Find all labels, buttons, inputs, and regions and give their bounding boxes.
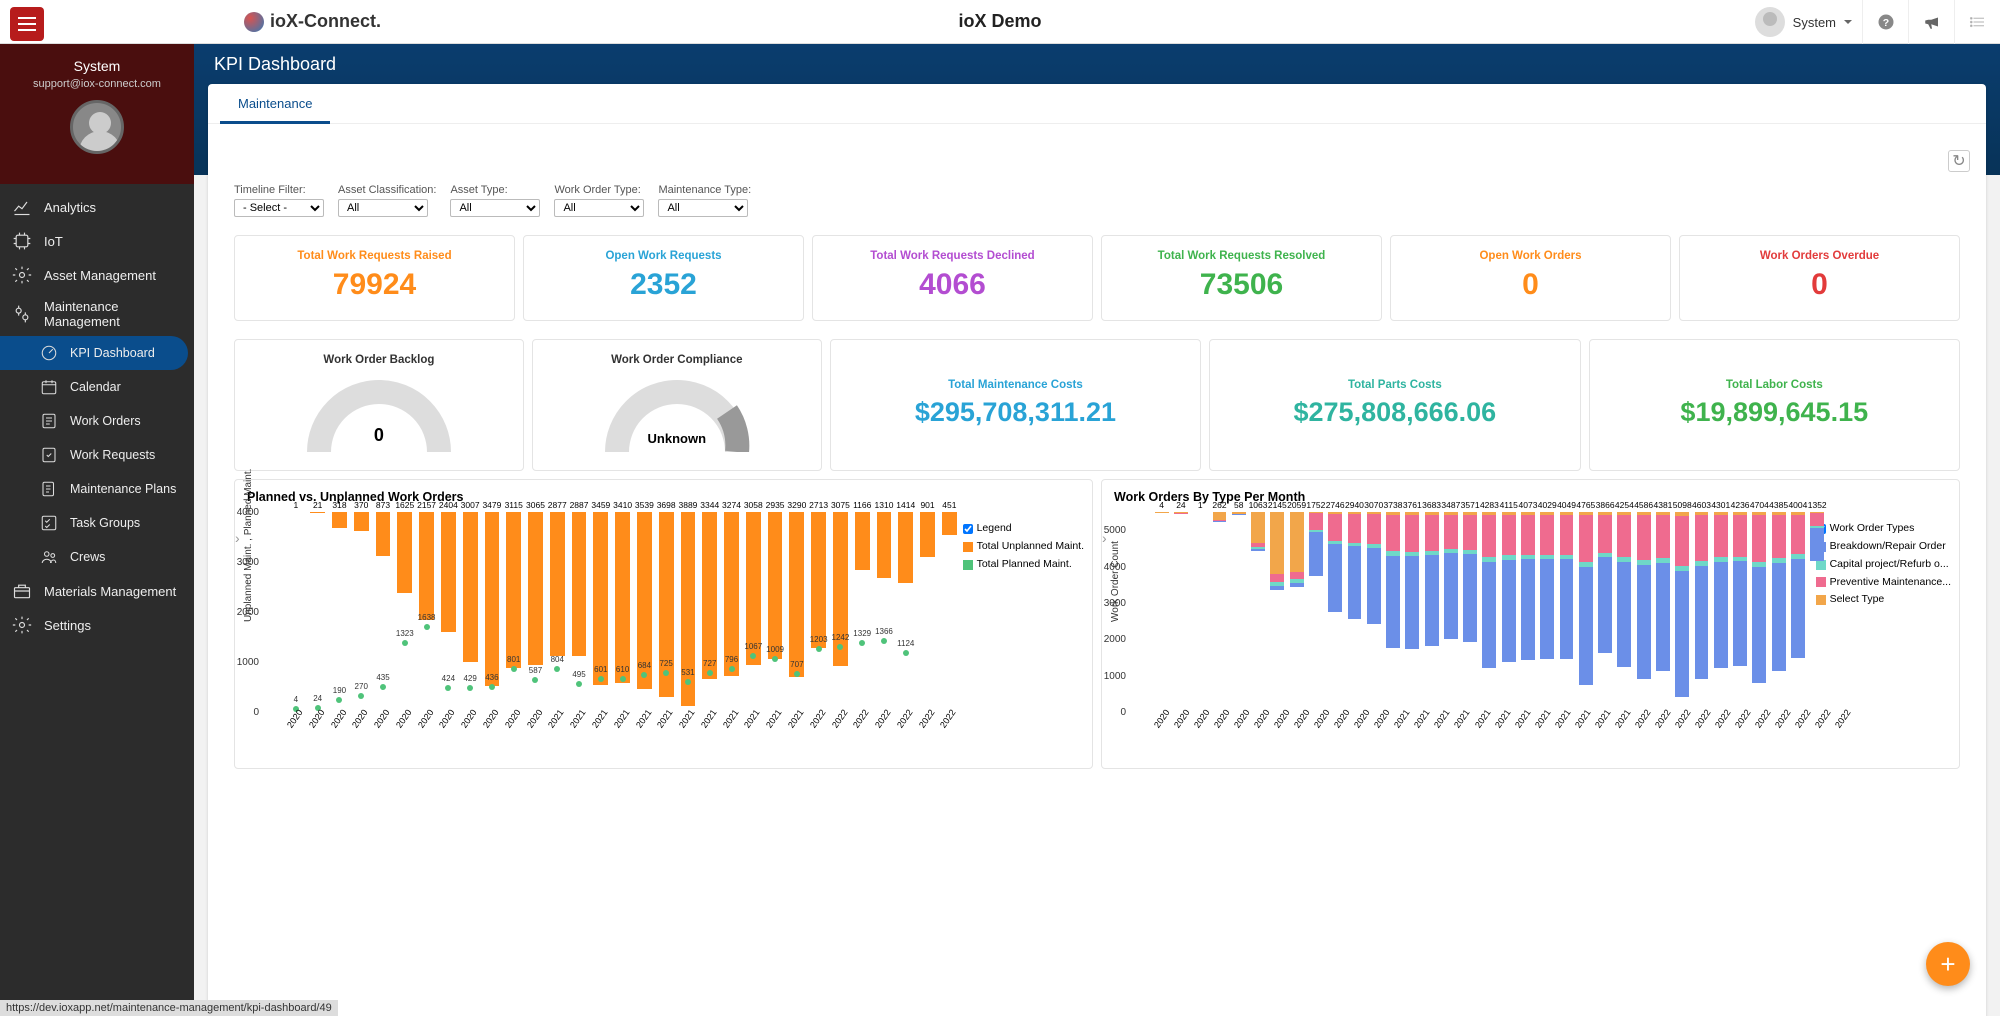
help-button[interactable]: ? [1862,0,1908,44]
chevron-down-icon [1844,20,1852,28]
sidebar-item-task-groups[interactable]: Task Groups [0,506,194,540]
sidebar-item-settings[interactable]: Settings [0,608,194,642]
filters: Timeline Filter:- Select - Asset Classif… [208,124,1986,217]
kpi-backlog: Work Order Backlog 0 [234,339,524,471]
sidebar-item-materials-management[interactable]: Materials Management [0,574,194,608]
timeline-select[interactable]: - Select - [234,199,324,217]
tasks-icon [40,513,58,533]
filter-wo-type: Work Order Type:All [554,184,644,217]
kpi-card: Work Orders Overdue0 [1679,235,1960,321]
list-button[interactable] [1954,0,2000,44]
wo-icon [40,411,58,431]
sidebar-nav: AnalyticsIoTAsset ManagementMaintenance … [0,184,194,642]
iot-icon [12,231,32,251]
kpi-row-2: Work Order Backlog 0 Work Order Complian… [208,321,1986,471]
kpi-icon [40,343,58,363]
kpi-cost: Total Maintenance Costs$295,708,311.21 [830,339,1201,471]
sidebar-item-work-orders[interactable]: Work Orders [0,404,194,438]
hamburger-button[interactable] [10,7,44,41]
content-card: Maintenance ↻ Timeline Filter:- Select -… [208,84,1986,1016]
kpi-cost: Total Parts Costs$275,808,666.06 [1209,339,1580,471]
sidebar-item-kpi-dashboard[interactable]: KPI Dashboard [0,336,188,370]
sidebar-profile: System support@iox-connect.com [0,44,194,184]
compliance-gauge: Unknown [541,372,813,452]
sidebar-item-analytics[interactable]: Analytics [0,190,194,224]
status-url: https://dev.ioxapp.net/maintenance-manag… [0,1000,338,1016]
kpi-cost: Total Labor Costs$19,899,645.15 [1589,339,1960,471]
brand: ioX-Connect. [244,11,381,32]
kpi-row-top: Total Work Requests Raised79924Open Work… [208,217,1986,321]
chart2-body: Work Order Count 010002000300040005000 4… [1114,512,1947,762]
asset-icon [12,265,32,285]
refresh-button[interactable]: ↻ [1948,150,1970,172]
sidebar-item-calendar[interactable]: Calendar [0,370,194,404]
chart-planned-unplanned: Planned vs. Unplanned Work Orders › Lege… [234,479,1093,769]
maint-type-select[interactable]: All [658,199,748,217]
sidebar-item-crews[interactable]: Crews [0,540,194,574]
cal-icon [40,377,58,397]
chart-wo-by-type: Work Orders By Type Per Month › Work Ord… [1101,479,1960,769]
brand-logo-icon [244,12,264,32]
sidebar-item-maintenance-management[interactable]: Maintenance Management [0,292,194,336]
asset-type-select[interactable]: All [450,199,540,217]
chart1-body: Unplanned Maint. , Planned Maint. 010002… [247,512,1080,762]
crews-icon [40,547,58,567]
kpi-card: Total Work Requests Declined4066 [812,235,1093,321]
kpi-card: Total Work Requests Raised79924 [234,235,515,321]
analytics-icon [12,197,32,217]
header-right: System ? [1755,0,2000,44]
sidebar-avatar-icon[interactable] [70,100,124,154]
backlog-gauge: 0 [243,372,515,452]
sidebar-item-work-requests[interactable]: Work Requests [0,438,194,472]
wr-icon [40,445,58,465]
chart1-next-icon[interactable]: › [235,530,240,546]
app-title: ioX Demo [958,11,1041,32]
asset-class-select[interactable]: All [338,199,428,217]
materials-icon [12,581,32,601]
filter-asset-class: Asset Classification:All [338,184,436,217]
kpi-card: Total Work Requests Resolved73506 [1101,235,1382,321]
tab-maintenance[interactable]: Maintenance [220,84,330,124]
maint-icon [12,304,32,324]
svg-text:?: ? [1882,17,1888,29]
user-dropdown[interactable]: System [1793,15,1852,30]
fab-add-button[interactable]: + [1926,942,1970,986]
sidebar-item-asset-management[interactable]: Asset Management [0,258,194,292]
sidebar-username: System [0,58,194,74]
filter-asset-type: Asset Type:All [450,184,540,217]
page-title: KPI Dashboard [214,54,1980,75]
settings-icon [12,615,32,635]
top-header: ioX-Connect. ioX Demo System ? [0,0,2000,44]
main: KPI Dashboard Maintenance ↻ Timeline Fil… [194,44,2000,1016]
brand-text: ioX-Connect. [270,11,381,32]
sidebar-email: support@iox-connect.com [0,78,194,90]
filter-maint-type: Maintenance Type:All [658,184,751,217]
user-avatar-icon[interactable] [1755,7,1785,37]
sidebar-item-maintenance-plans[interactable]: Maintenance Plans [0,472,194,506]
kpi-card: Open Work Orders0 [1390,235,1671,321]
sidebar: System support@iox-connect.com Analytics… [0,44,194,1016]
filter-timeline: Timeline Filter:- Select - [234,184,324,217]
sidebar-item-iot[interactable]: IoT [0,224,194,258]
wo-type-select[interactable]: All [554,199,644,217]
announcements-button[interactable] [1908,0,1954,44]
plans-icon [40,479,58,499]
kpi-compliance: Work Order Compliance Unknown [532,339,822,471]
chart-row: Planned vs. Unplanned Work Orders › Lege… [208,471,1986,769]
kpi-card: Open Work Requests2352 [523,235,804,321]
